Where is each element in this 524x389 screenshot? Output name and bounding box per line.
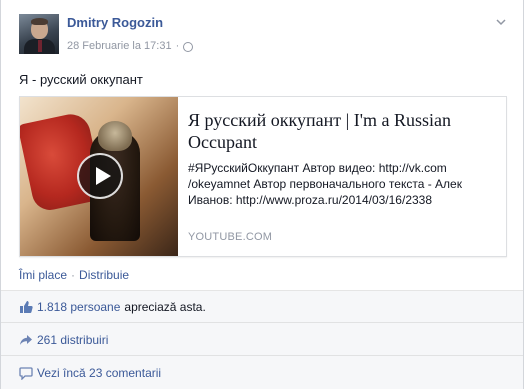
share-arrow-icon <box>19 333 33 347</box>
shared-link-card[interactable]: Я русский оккупант | I'm a Russian Occup… <box>19 96 507 257</box>
thumbs-up-icon <box>19 300 33 314</box>
post-text: Я - русский оккупант <box>19 72 143 87</box>
video-thumbnail[interactable] <box>20 97 178 256</box>
likes-text: apreciază asta. <box>124 299 206 314</box>
post-timestamp[interactable]: 28 Februarie la 17:31 <box>67 40 172 52</box>
likes-row: 1.818 persoane apreciază asta. <box>1 291 523 323</box>
post-meta: 28 Februarie la 17:31 · <box>67 40 194 52</box>
avatar-hair <box>31 18 48 25</box>
post-actions: Îmi place · Distribuie <box>19 268 129 282</box>
share-title[interactable]: Я русский оккупант | I'm a Russian Occup… <box>188 109 493 153</box>
share-body: Я русский оккупант | I'm a Russian Occup… <box>188 109 493 208</box>
share-description: #ЯРусскийОккупант Автор видео: http://vk… <box>188 161 462 207</box>
post-header: Dmitry Rogozin 28 Februarie la 17:31 · <box>19 14 509 64</box>
comments-row: Vezi încă 23 comentarii <box>1 357 523 389</box>
likes-count[interactable]: 1.818 persoane <box>37 300 120 314</box>
globe-icon[interactable] <box>183 42 194 52</box>
action-separator: · <box>71 268 76 282</box>
share-source: YOUTUBE.COM <box>188 231 273 243</box>
comment-icon <box>19 366 33 380</box>
chevron-down-icon[interactable] <box>495 16 507 28</box>
thumbnail-helmet <box>98 121 132 151</box>
shares-count[interactable]: 261 distribuiri <box>37 333 108 347</box>
like-link[interactable]: Îmi place <box>19 268 67 282</box>
play-icon[interactable] <box>77 153 123 199</box>
avatar[interactable] <box>19 14 59 54</box>
view-more-comments[interactable]: Vezi încă 23 comentarii <box>37 366 161 380</box>
meta-separator: · <box>175 40 180 52</box>
post-card: Dmitry Rogozin 28 Februarie la 17:31 · Я… <box>0 0 524 389</box>
avatar-tie <box>38 40 42 52</box>
author-name[interactable]: Dmitry Rogozin <box>67 15 163 30</box>
feedback-section: 1.818 persoane apreciază asta. 261 distr… <box>1 290 523 389</box>
shares-row: 261 distribuiri <box>1 324 523 356</box>
share-link[interactable]: Distribuie <box>79 268 129 282</box>
